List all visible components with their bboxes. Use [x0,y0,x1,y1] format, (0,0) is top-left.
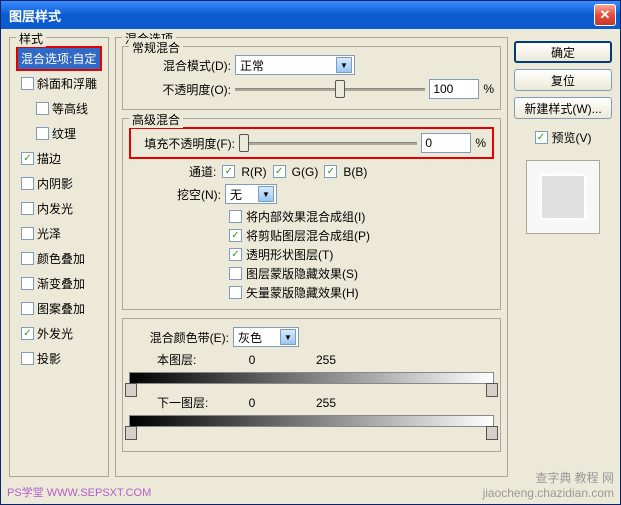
style-label: 投影 [37,350,61,367]
style-label: 渐变叠加 [37,275,85,292]
chevron-down-icon: ▼ [280,329,296,345]
cb-transparency-shapes[interactable]: ✓ [229,248,242,261]
style-checkbox-10[interactable] [21,302,34,315]
style-item-12[interactable]: 投影 [16,346,102,371]
style-checkbox-8[interactable] [21,252,34,265]
style-label: 斜面和浮雕 [37,75,97,92]
under-layer-label: 下一图层: [157,394,213,411]
style-label: 描边 [37,150,61,167]
style-item-1[interactable]: 斜面和浮雕 [16,71,102,96]
cb-layer-mask-hides[interactable] [229,267,242,280]
cb-blend-clipped[interactable]: ✓ [229,229,242,242]
normal-blend-legend: 常规混合 [129,39,183,56]
style-label: 内发光 [37,200,73,217]
style-item-9[interactable]: 渐变叠加 [16,271,102,296]
style-checkbox-11[interactable]: ✓ [21,327,34,340]
style-item-8[interactable]: 颜色叠加 [16,246,102,271]
knockout-select[interactable]: 无 ▼ [225,184,277,204]
style-label: 混合选项:自定 [21,50,96,67]
blendif-label: 混合颜色带(E): [129,329,229,346]
chevron-down-icon: ▼ [336,57,352,73]
cb-blend-interior[interactable] [229,210,242,223]
close-button[interactable]: ✕ [594,4,616,26]
watermark-left: PS学堂 WWW.SEPSXT.COM [7,484,151,500]
blendif-select[interactable]: 灰色 ▼ [233,327,299,347]
blend-mode-label: 混合模式(D): [129,57,231,74]
channel-r-checkbox[interactable]: ✓ [222,165,235,178]
style-item-4[interactable]: ✓描边 [16,146,102,171]
style-label: 图案叠加 [37,300,85,317]
knockout-value: 无 [230,186,242,203]
watermark-right: 查字典 教程 网 jiaocheng.chazidian.com [483,469,614,500]
style-checkbox-5[interactable] [21,177,34,190]
style-label: 光泽 [37,225,61,242]
styles-legend: 样式 [16,30,46,47]
style-label: 外发光 [37,325,73,342]
advanced-blend-legend: 高级混合 [129,111,183,128]
style-item-2[interactable]: 等高线 [16,96,102,121]
opacity-slider[interactable] [235,80,425,98]
blend-mode-value: 正常 [240,57,264,74]
style-label: 等高线 [52,100,88,117]
layer-style-dialog: 图层样式 ✕ 样式 混合选项:自定斜面和浮雕等高线纹理✓描边内阴影内发光光泽颜色… [0,0,621,505]
style-label: 纹理 [52,125,76,142]
fill-opacity-label: 填充不透明度(F): [137,135,235,152]
this-layer-gradient[interactable] [129,372,494,384]
style-item-3[interactable]: 纹理 [16,121,102,146]
fill-opacity-highlight: 填充不透明度(F): 0 % [129,127,494,159]
fill-opacity-input[interactable]: 0 [421,133,471,153]
under-layer-gradient[interactable] [129,415,494,427]
style-checkbox-1[interactable] [21,77,34,90]
style-label: 内阴影 [37,175,73,192]
style-item-0[interactable]: 混合选项:自定 [16,46,102,71]
fill-opacity-slider[interactable] [239,134,417,152]
style-checkbox-9[interactable] [21,277,34,290]
channel-b-checkbox[interactable]: ✓ [324,165,337,178]
style-item-5[interactable]: 内阴影 [16,171,102,196]
style-label: 颜色叠加 [37,250,85,267]
opacity-input[interactable]: 100 [429,79,479,99]
blend-mode-select[interactable]: 正常 ▼ [235,55,355,75]
opacity-label: 不透明度(O): [129,81,231,98]
cancel-button[interactable]: 复位 [514,69,612,91]
style-checkbox-4[interactable]: ✓ [21,152,34,165]
this-layer-label: 本图层: [157,351,213,368]
style-list: 混合选项:自定斜面和浮雕等高线纹理✓描边内阴影内发光光泽颜色叠加渐变叠加图案叠加… [16,46,102,371]
chevron-down-icon: ▼ [258,186,274,202]
channel-label: 通道: [189,163,216,180]
titlebar[interactable]: 图层样式 ✕ [1,1,620,29]
ok-button[interactable]: 确定 [514,41,612,63]
preview-label: 预览(V) [552,129,592,146]
style-item-11[interactable]: ✓外发光 [16,321,102,346]
channel-g-checkbox[interactable]: ✓ [273,165,286,178]
new-style-button[interactable]: 新建样式(W)... [514,97,612,119]
style-checkbox-12[interactable] [21,352,34,365]
style-checkbox-3[interactable] [36,127,49,140]
style-checkbox-2[interactable] [36,102,49,115]
knockout-label: 挖空(N): [129,186,221,203]
window-title: 图层样式 [9,6,594,25]
style-item-10[interactable]: 图案叠加 [16,296,102,321]
blendif-value: 灰色 [238,329,262,346]
cb-vector-mask-hides[interactable] [229,286,242,299]
style-checkbox-6[interactable] [21,202,34,215]
preview-checkbox[interactable]: ✓ [535,131,548,144]
style-item-7[interactable]: 光泽 [16,221,102,246]
preview-box [526,160,600,234]
style-item-6[interactable]: 内发光 [16,196,102,221]
style-checkbox-7[interactable] [21,227,34,240]
preview-swatch [541,175,585,219]
